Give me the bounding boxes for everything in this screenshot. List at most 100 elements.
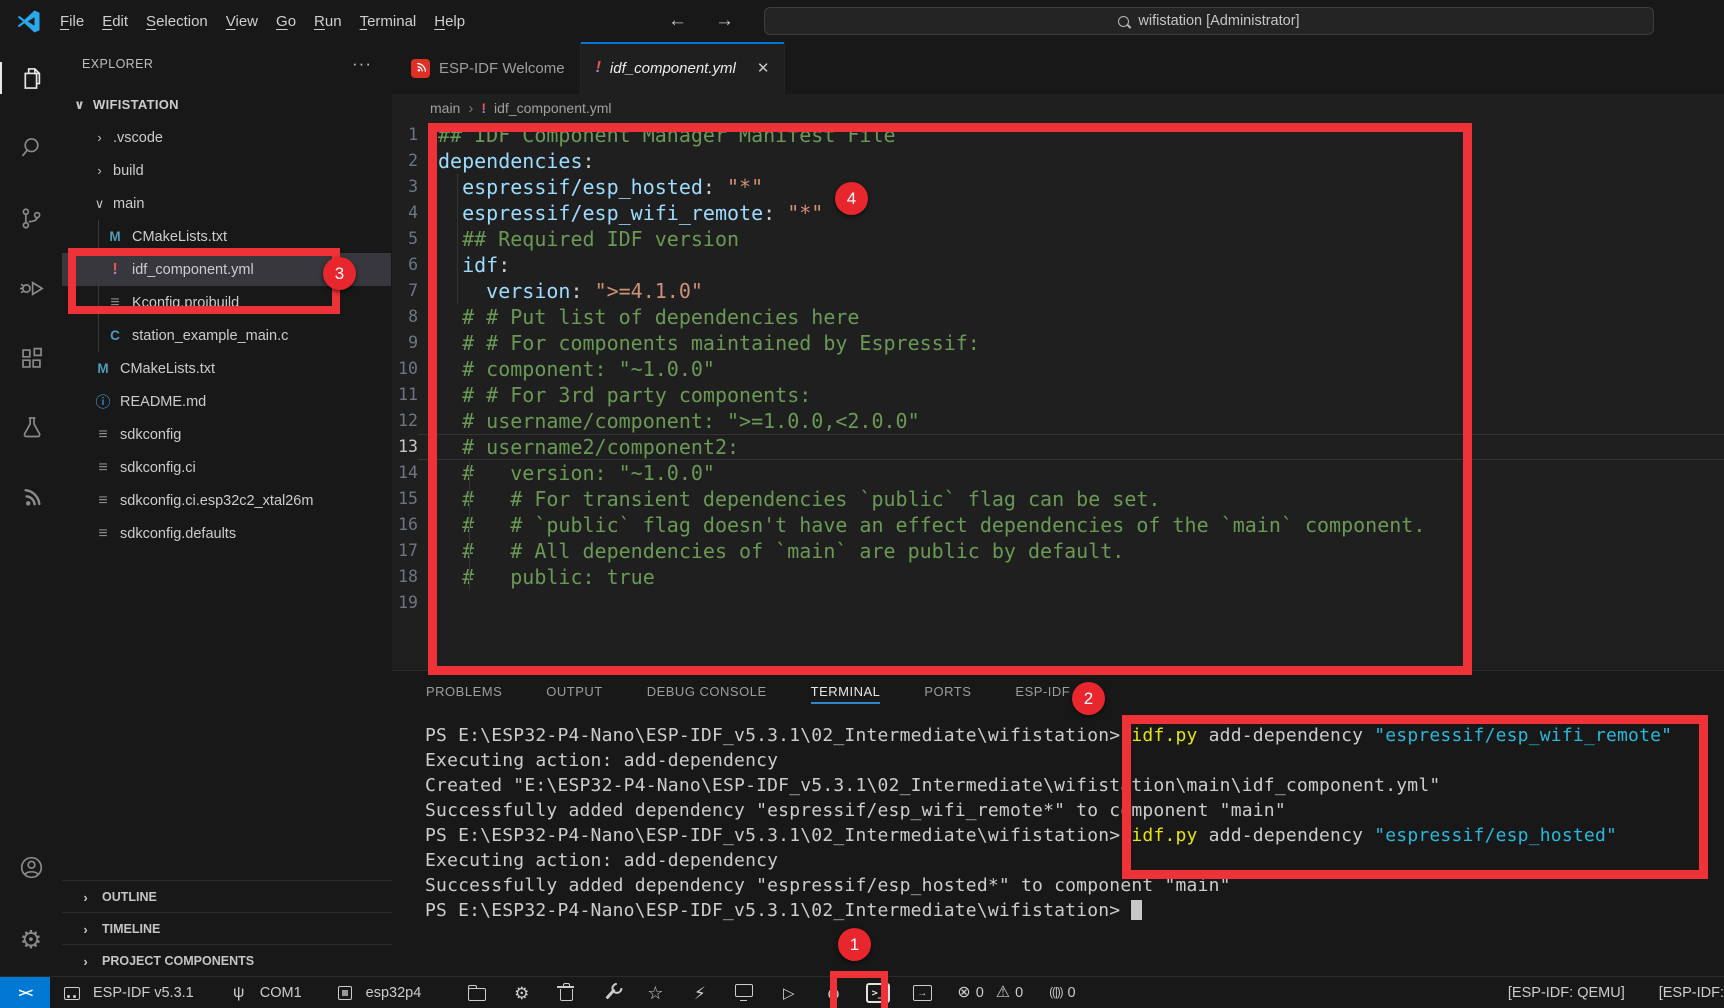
- annotation-circle-2: 2: [1072, 682, 1105, 715]
- tree-file-station-example-main-c[interactable]: Cstation_example_main.c: [62, 319, 391, 352]
- status-debug-play-icon[interactable]: ▷: [776, 980, 802, 1006]
- back-arrow-icon[interactable]: ←: [668, 10, 687, 32]
- tab-esp-idf-welcome[interactable]: ESP-IDF Welcome: [396, 42, 581, 94]
- activity-settings-icon[interactable]: ⚙: [0, 916, 62, 964]
- activity-files-icon[interactable]: [0, 54, 62, 102]
- menu-edit[interactable]: Edit: [93, 13, 137, 30]
- panel-tab-problems[interactable]: PROBLEMS: [426, 673, 502, 708]
- tree-item-label: sdkconfig: [120, 427, 181, 443]
- menu-go[interactable]: Go: [267, 13, 305, 30]
- sidebar-title: EXPLORER: [82, 57, 153, 71]
- annotation-box-explorer-file: [68, 248, 340, 314]
- chevron-down-icon: ∨: [92, 196, 107, 212]
- section-timeline[interactable]: › TIMELINE: [62, 912, 392, 945]
- sidebar-header: EXPLORER ···: [62, 42, 392, 86]
- activity-search-icon[interactable]: [0, 123, 62, 171]
- yaml-warning-icon: !: [596, 59, 601, 77]
- line-number: 19: [392, 590, 418, 616]
- section-project-components[interactable]: › PROJECT COMPONENTS: [62, 944, 392, 977]
- status-folder-icon[interactable]: [464, 980, 490, 1006]
- breadcrumb-file[interactable]: idf_component.yml: [494, 100, 612, 116]
- breadcrumb-folder[interactable]: main: [430, 100, 460, 116]
- line-number: 8: [392, 304, 418, 330]
- status-wrench-icon[interactable]: [598, 980, 624, 1006]
- status-errors[interactable]: ⊗0: [957, 985, 983, 1001]
- tree-file-sdkconfig-ci-esp32c2-xtal26m[interactable]: ≡sdkconfig.ci.esp32c2_xtal26m: [62, 484, 391, 517]
- status-monitor-icon[interactable]: [731, 980, 757, 1006]
- tree-file-readme-md[interactable]: ⓘREADME.md: [62, 385, 391, 418]
- tree-folder-main[interactable]: ∨main: [62, 187, 391, 220]
- status-radio-tower[interactable]: ((|))0: [1049, 985, 1075, 1001]
- config-file-icon: ≡: [94, 492, 112, 510]
- annotation-box-editor: [428, 123, 1472, 675]
- search-text: wifistation [Administrator]: [1138, 13, 1299, 29]
- esp-idf-version-icon: [59, 980, 85, 1006]
- tree-item-label: build: [113, 163, 144, 179]
- panel-tab-output[interactable]: OUTPUT: [546, 673, 602, 708]
- search-icon: [1118, 16, 1129, 27]
- menu-file[interactable]: File: [51, 13, 93, 30]
- close-icon[interactable]: ✕: [757, 59, 770, 77]
- status-open-window-icon[interactable]: →: [909, 980, 935, 1006]
- menu-selection[interactable]: Selection: [137, 13, 217, 30]
- menu-terminal[interactable]: Terminal: [351, 13, 426, 30]
- tree-file-sdkconfig-defaults[interactable]: ≡ sdkconfig.defaults: [62, 517, 391, 550]
- more-actions-icon[interactable]: ···: [352, 54, 372, 74]
- esp-idf-qemu-status[interactable]: [ESP-IDF: QEMU]: [1508, 985, 1625, 1001]
- tab-label: idf_component.yml: [610, 60, 736, 77]
- status-serial-port[interactable]: ψCOM1: [217, 980, 311, 1006]
- tree-file-sdkconfig[interactable]: ≡sdkconfig: [62, 418, 391, 451]
- status-esp-idf-version[interactable]: ESP-IDF v5.3.1: [50, 980, 203, 1006]
- vscode-logo-icon: [16, 9, 41, 34]
- tree-root-wifistation[interactable]: ∨WIFISTATION: [62, 88, 391, 121]
- line-number: 7: [392, 278, 418, 304]
- line-number: 3: [392, 174, 418, 200]
- command-center-search[interactable]: wifistation [Administrator]: [764, 7, 1654, 35]
- activity-run-debug-icon[interactable]: [0, 264, 62, 312]
- activity-extensions-icon[interactable]: [0, 334, 62, 382]
- tree-file-sdkconfig-ci[interactable]: ≡sdkconfig.ci: [62, 451, 391, 484]
- status-star-icon[interactable]: ☆: [642, 980, 668, 1006]
- panel-tab-esp-idf[interactable]: ESP-IDF: [1015, 673, 1070, 708]
- errors-icon: ⊗: [957, 985, 970, 1001]
- menu-bar: FileEditSelectionViewGoRunTerminalHelp: [51, 13, 474, 30]
- vscode-window: FileEditSelectionViewGoRunTerminalHelp ←…: [0, 0, 1724, 1008]
- status-bolt-icon[interactable]: ⚡: [687, 980, 713, 1006]
- tree-folder--vscode[interactable]: ›.vscode: [62, 121, 391, 154]
- status-right-items: [ESP-IDF: QEMU] [ESP-IDF:: [1508, 985, 1724, 1001]
- activity-espressif-icon[interactable]: [0, 474, 62, 522]
- activity-account-icon[interactable]: [0, 843, 62, 891]
- menu-help[interactable]: Help: [425, 13, 474, 30]
- menu-run[interactable]: Run: [305, 13, 351, 30]
- tree-file-cmakelists-txt[interactable]: MCMakeLists.txt: [62, 352, 391, 385]
- tree-item-label: CMakeLists.txt: [120, 361, 215, 377]
- config-file-icon: ≡: [94, 525, 112, 543]
- terminal-cursor: [1131, 900, 1142, 920]
- chevron-right-icon: ›: [92, 163, 107, 178]
- section-outline[interactable]: › OUTLINE: [62, 880, 392, 913]
- activity-source-control-icon[interactable]: [0, 194, 62, 242]
- activity-testing-icon[interactable]: [0, 403, 62, 451]
- status-warnings[interactable]: ⚠0: [996, 985, 1023, 1001]
- line-number: 1: [392, 122, 418, 148]
- panel-tab-ports[interactable]: PORTS: [924, 673, 971, 708]
- esp-idf-status-clipped[interactable]: [ESP-IDF:: [1659, 985, 1724, 1001]
- panel-tab-debug-console[interactable]: DEBUG CONSOLE: [647, 673, 767, 708]
- tree-item-label: sdkconfig.defaults: [120, 526, 236, 542]
- tree-folder-build[interactable]: › build: [62, 154, 391, 187]
- status-gear-icon[interactable]: ⚙: [509, 980, 535, 1006]
- forward-arrow-icon[interactable]: →: [715, 10, 734, 32]
- remote-indicator[interactable]: ><: [0, 977, 50, 1008]
- line-number: 13: [392, 434, 418, 460]
- panel-tab-terminal[interactable]: TERMINAL: [811, 673, 881, 708]
- tab-idf-component-yml[interactable]: ! idf_component.yml ✕: [581, 42, 786, 95]
- menu-view[interactable]: View: [217, 13, 267, 30]
- chevron-right-icon: ›: [78, 922, 93, 937]
- status-trash-icon[interactable]: [553, 980, 579, 1006]
- explorer-sidebar: EXPLORER ··· ∨WIFISTATION›.vscode›build∨…: [62, 42, 393, 976]
- title-bar: FileEditSelectionViewGoRunTerminalHelp ←…: [0, 0, 1724, 43]
- status-device-target[interactable]: esp32p4: [323, 980, 431, 1006]
- tree-root-label: WIFISTATION: [93, 97, 179, 112]
- status-left-items: ESP-IDF v5.3.1ψCOM1esp32p4⚙☆⚡▷>_→⊗0⚠0((|…: [50, 980, 1076, 1006]
- line-number: 5: [392, 226, 418, 252]
